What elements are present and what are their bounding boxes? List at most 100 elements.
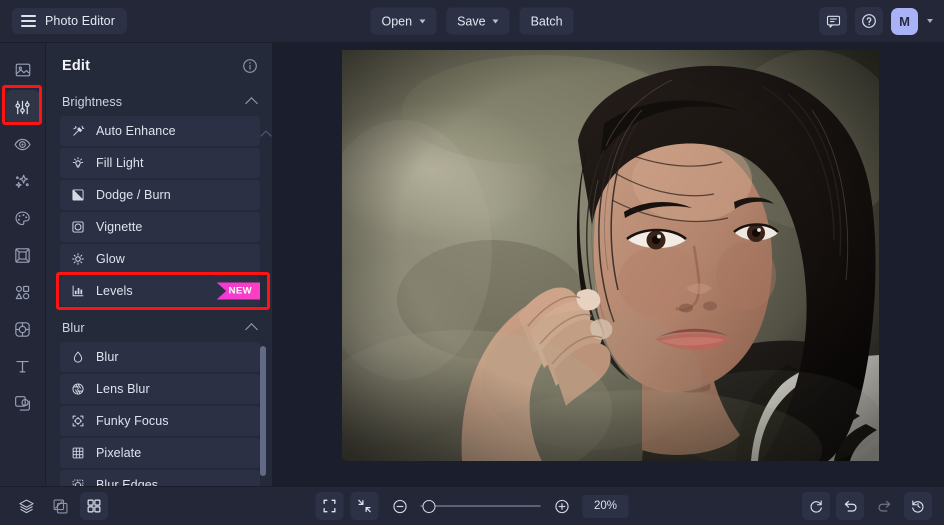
sidebar-item-text[interactable] — [6, 349, 40, 383]
photo-image[interactable] — [342, 50, 879, 461]
dodge-burn-icon — [70, 188, 85, 203]
avatar[interactable]: M — [891, 8, 918, 35]
hamburger-icon — [21, 15, 36, 27]
list-item-dodge-burn[interactable]: Dodge / Burn — [60, 180, 260, 210]
section-title: Blur — [62, 321, 85, 335]
reset-button[interactable] — [802, 492, 830, 520]
blur-edges-icon — [70, 478, 85, 487]
shapes-icon — [13, 283, 32, 302]
panel-info-button[interactable] — [242, 58, 258, 74]
info-circle-icon — [242, 58, 258, 74]
fit-brackets-icon — [322, 498, 338, 514]
history-button[interactable] — [904, 492, 932, 520]
sidebar-item-adjust[interactable] — [6, 90, 40, 124]
list-item-levels[interactable]: Levels NEW — [60, 276, 260, 306]
list-item-pixelate[interactable]: Pixelate — [60, 438, 260, 468]
grid-icon — [70, 446, 85, 461]
thumbnails-button[interactable] — [80, 492, 108, 520]
sidebar-item-retouch[interactable] — [6, 127, 40, 161]
chevron-down-icon — [419, 20, 425, 24]
sidebar-item-color[interactable] — [6, 201, 40, 235]
list-item-label: Dodge / Burn — [96, 188, 171, 202]
aperture-icon — [70, 382, 85, 397]
reset-refresh-icon — [808, 498, 824, 514]
bottom-right-tools — [802, 492, 932, 520]
list-item-vignette[interactable]: Vignette — [60, 212, 260, 242]
open-button-label: Open — [381, 14, 412, 28]
history-clock-icon — [910, 498, 926, 514]
section-title: Brightness — [62, 95, 122, 109]
top-toolbar: Photo Editor Open Save Batch — [0, 0, 944, 43]
chevron-up-icon — [245, 323, 258, 336]
zoom-out-button[interactable] — [386, 492, 414, 520]
help-button[interactable] — [855, 7, 883, 35]
palette-icon — [13, 209, 32, 228]
list-item-blur[interactable]: Blur — [60, 342, 260, 372]
layers-overlay-icon — [13, 394, 32, 413]
app-title: Photo Editor — [45, 14, 115, 28]
grid-four-icon — [86, 498, 102, 514]
redo-arrow-icon — [876, 498, 893, 515]
list-item-funky-focus[interactable]: Funky Focus — [60, 406, 260, 436]
bulb-icon — [70, 156, 85, 171]
section-header-brightness[interactable]: Brightness — [60, 89, 260, 116]
open-button[interactable]: Open — [370, 8, 436, 35]
panel-scroll-area[interactable]: Brightness Auto Enhance — [46, 89, 272, 486]
zoom-in-button[interactable] — [548, 492, 576, 520]
list-item-fill-light[interactable]: Fill Light — [60, 148, 260, 178]
top-right-actions: M — [819, 7, 933, 35]
sidebar-item-layers[interactable] — [6, 386, 40, 420]
list-item-label: Auto Enhance — [96, 124, 176, 138]
list-item-glow[interactable]: Glow — [60, 244, 260, 274]
save-button[interactable]: Save — [446, 8, 510, 35]
canvas-viewport[interactable] — [273, 43, 944, 486]
left-tool-rail — [0, 43, 46, 486]
list-item-label: Levels — [96, 284, 133, 298]
list-item-label: Vignette — [96, 220, 142, 234]
zoom-slider-rail — [421, 505, 541, 507]
list-item-label: Blur Edges — [96, 478, 158, 486]
chevron-down-icon[interactable] — [927, 19, 933, 23]
save-button-label: Save — [457, 14, 486, 28]
glow-icon — [70, 252, 85, 267]
sidebar-item-shapes[interactable] — [6, 275, 40, 309]
sidebar-item-effects[interactable] — [6, 164, 40, 198]
panel-scrollbar-thumb[interactable] — [260, 346, 266, 476]
section-header-blur[interactable]: Blur — [60, 315, 260, 342]
list-item-label: Fill Light — [96, 156, 144, 170]
zoom-level-value[interactable]: 20% — [583, 495, 629, 518]
redo-button[interactable] — [870, 492, 898, 520]
feedback-button[interactable] — [819, 7, 847, 35]
layers-button[interactable] — [12, 492, 40, 520]
edit-panel: Edit Brightness — [46, 43, 273, 486]
zoom-slider[interactable] — [421, 496, 541, 516]
photo-editor-app: Photo Editor Open Save Batch — [0, 0, 944, 525]
fit-screen-button[interactable] — [316, 492, 344, 520]
actual-size-button[interactable] — [351, 492, 379, 520]
app-menu-button[interactable]: Photo Editor — [12, 8, 127, 34]
layers-stack-icon — [18, 498, 35, 515]
batch-button-label: Batch — [531, 14, 563, 28]
undo-button[interactable] — [836, 492, 864, 520]
zoom-plus-icon — [553, 498, 570, 515]
batch-button[interactable]: Batch — [520, 8, 574, 35]
funky-focus-icon — [70, 414, 85, 429]
bottom-center-tools: 20% — [316, 492, 629, 520]
list-item-lens-blur[interactable]: Lens Blur — [60, 374, 260, 404]
panel-header: Edit — [46, 43, 272, 89]
bottom-left-tools — [12, 492, 108, 520]
list-item-label: Blur — [96, 350, 119, 364]
text-icon — [13, 357, 32, 376]
eye-icon — [13, 135, 32, 154]
list-item-label: Pixelate — [96, 446, 141, 460]
levels-bars-icon — [70, 284, 85, 299]
list-item-blur-edges[interactable]: Blur Edges — [60, 470, 260, 486]
panel-scrollbar-track[interactable] — [264, 81, 269, 482]
sidebar-item-frames[interactable] — [6, 238, 40, 272]
compare-button[interactable] — [46, 492, 74, 520]
page-title: Edit — [62, 58, 90, 74]
sidebar-item-image[interactable] — [6, 53, 40, 87]
zoom-slider-handle[interactable] — [423, 500, 436, 513]
list-item-auto-enhance[interactable]: Auto Enhance — [60, 116, 260, 146]
sidebar-item-focus[interactable] — [6, 312, 40, 346]
